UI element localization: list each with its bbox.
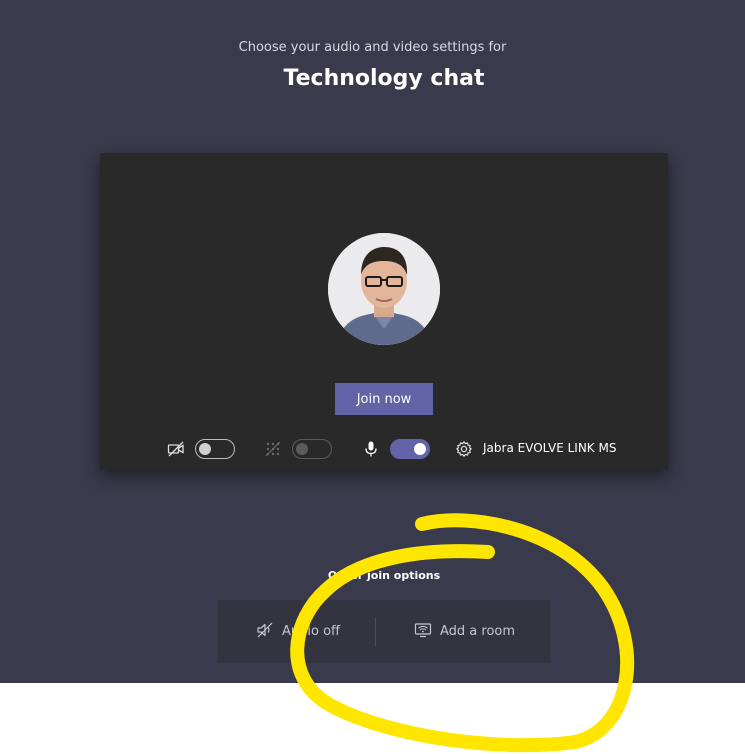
audio-off-label: Audio off (282, 624, 340, 639)
settings-subtitle: Choose your audio and video settings for (238, 40, 507, 55)
camera-off-icon (167, 440, 185, 458)
blur-toggle[interactable] (292, 439, 332, 459)
microphone-toggle[interactable] (390, 439, 430, 459)
microphone-icon (362, 440, 380, 458)
audio-off-option[interactable]: Audio off (256, 600, 340, 663)
options-divider (375, 617, 376, 647)
meeting-title: Technology chat (283, 66, 485, 91)
avatar-photo (328, 233, 440, 345)
pre-join-screen: Choose your audio and video settings for… (0, 0, 745, 683)
add-room-label: Add a room (440, 624, 516, 639)
other-join-options-bar: Audio off Add a room (218, 600, 550, 663)
background-blur-icon (264, 440, 282, 458)
avatar (328, 233, 440, 345)
other-join-options-heading: Other join options (327, 569, 441, 582)
join-now-button[interactable]: Join now (335, 383, 433, 415)
media-controls: Jabra EVOLVE LINK MS (100, 436, 668, 462)
video-preview: Join now Jabra EVOLVE LINK MS (100, 153, 668, 470)
audio-device-label[interactable]: Jabra EVOLVE LINK MS (483, 441, 616, 455)
add-room-option[interactable]: Add a room (414, 600, 515, 663)
gear-icon[interactable] (455, 440, 473, 458)
room-display-icon (414, 621, 440, 643)
camera-toggle[interactable] (195, 439, 235, 459)
speaker-off-icon (256, 621, 282, 643)
